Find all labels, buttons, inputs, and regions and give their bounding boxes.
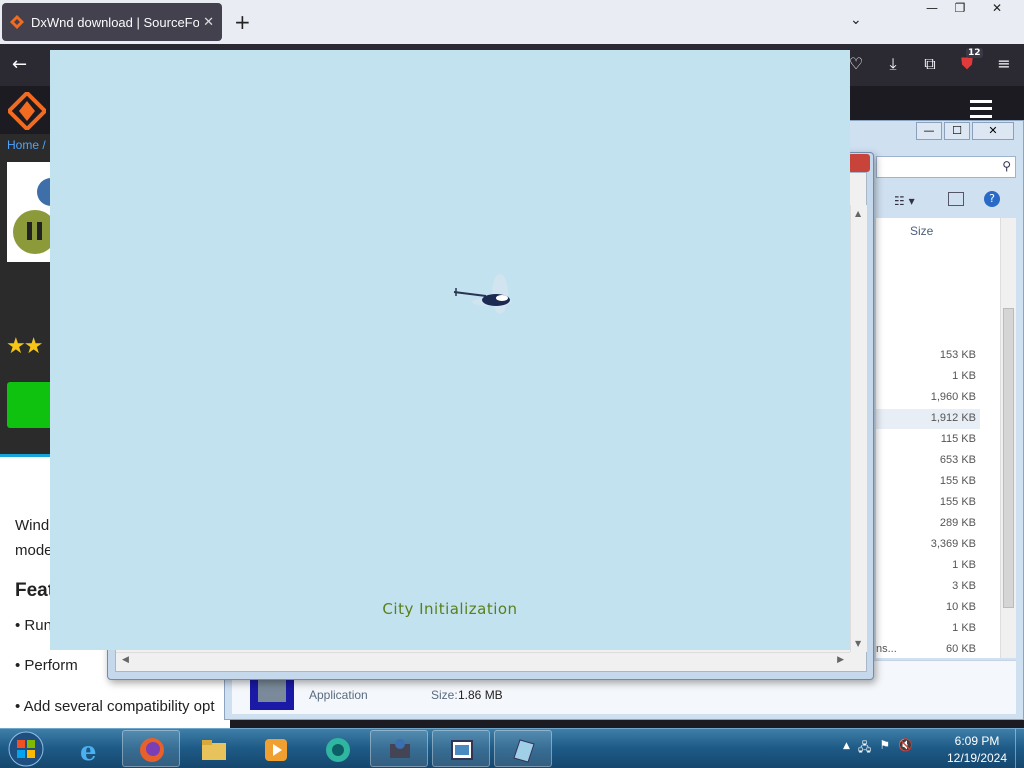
browser-tab-strip: DxWnd download | SourceForge ✕ + ⌄: [0, 0, 1024, 44]
file-size: 1 KB: [952, 370, 976, 382]
show-desktop-button[interactable]: [1015, 729, 1024, 768]
features-heading: Feat: [15, 580, 55, 601]
tab-title: DxWnd download | SourceForge: [31, 14, 200, 30]
file-size: 115 KB: [940, 433, 976, 445]
file-size: 3 KB: [952, 580, 976, 592]
close-button[interactable]: ✕: [974, 0, 1020, 18]
explorer-search-input[interactable]: ⚲: [876, 156, 1016, 178]
taskbar-internet-explorer[interactable]: e: [60, 730, 118, 767]
feature-item-1: • Run: [15, 617, 52, 634]
taskbar-app[interactable]: [308, 730, 366, 767]
system-tray: ▲ 🖧 ⚑ 🔇: [843, 738, 913, 759]
file-size: 60 KB: [946, 643, 976, 655]
rating-stars-icon: ★★: [6, 334, 43, 359]
download-icon[interactable]: ⤓: [883, 54, 903, 74]
restore-button[interactable]: ❐: [946, 0, 974, 18]
file-size: 3,369 KB: [930, 538, 976, 550]
firefox-icon: [140, 738, 164, 762]
network-icon[interactable]: 🖧: [858, 738, 871, 759]
scroll-left-arrow-icon[interactable]: ◀: [122, 655, 129, 665]
explorer-minimize-button[interactable]: —: [916, 122, 942, 140]
search-icon: ⚲: [1002, 159, 1011, 173]
file-size: 289 KB: [939, 517, 976, 529]
toolbar-icons: ♡ ⤓ ⧉ ⛊ 12 ≡: [846, 48, 1014, 74]
file-size: 10 KB: [946, 601, 976, 613]
taskbar-game[interactable]: [494, 730, 552, 767]
taskbar-window-2[interactable]: [432, 730, 490, 767]
description-line-1: Wind: [15, 517, 50, 534]
window-icon: [451, 740, 473, 760]
file-size: 155 KB: [939, 475, 976, 487]
explorer-vertical-scrollbar[interactable]: [1000, 218, 1016, 658]
preview-pane-icon[interactable]: [948, 192, 964, 206]
back-arrow-icon[interactable]: ←: [12, 54, 27, 75]
file-type: Application: [309, 688, 368, 702]
game-horizontal-scrollbar[interactable]: ◀ ▶: [116, 652, 850, 669]
tab-dxwnd-sourceforge[interactable]: DxWnd download | SourceForge ✕: [2, 3, 222, 41]
file-size-value: 1.86 MB: [458, 688, 503, 702]
file-size: 153 KB: [939, 349, 976, 361]
file-size: 1,912 KB: [930, 412, 976, 424]
extensions-icon[interactable]: ⧉: [920, 54, 940, 74]
clock-time: 6:09 PM: [954, 734, 1000, 748]
scrollbar-thumb[interactable]: [1003, 308, 1014, 608]
file-size: 653 KB: [939, 454, 976, 466]
file-name-truncated: ns...: [876, 643, 897, 655]
volume-muted-icon[interactable]: 🔇: [898, 738, 913, 759]
column-header-size[interactable]: Size: [910, 224, 933, 238]
tab-close-icon[interactable]: ✕: [203, 15, 214, 30]
scroll-down-arrow-icon[interactable]: ▼: [855, 639, 861, 648]
ublock-icon[interactable]: ⛊ 12: [957, 48, 983, 74]
project-logo: [7, 162, 65, 262]
scroll-up-arrow-icon[interactable]: ▲: [855, 209, 861, 218]
media-player-icon: [265, 739, 287, 761]
game-window-close-button[interactable]: [848, 154, 870, 172]
game-canvas[interactable]: [50, 50, 850, 650]
explorer-toolbar: ☷ ▾ ?: [876, 186, 1016, 216]
feature-item-2: • Perform: [15, 657, 78, 674]
file-size-label: Size:: [431, 688, 458, 702]
sourceforge-logo-icon[interactable]: [8, 92, 46, 130]
explorer-close-button[interactable]: ✕: [972, 122, 1014, 140]
taskbar-file-explorer[interactable]: [184, 730, 242, 767]
clock-date: 12/19/2024: [946, 751, 1008, 765]
feature-item-3: • Add several compatibility opt: [15, 698, 215, 715]
game-app-icon: [513, 739, 535, 763]
dxwnd-icon: [390, 739, 410, 758]
file-size: 1 KB: [952, 622, 976, 634]
scroll-right-arrow-icon[interactable]: ▶: [837, 655, 844, 665]
tray-overflow-icon[interactable]: ▲: [843, 741, 850, 759]
explorer-window-controls: — ☐ ✕: [916, 122, 1014, 142]
tab-list-chevron-icon[interactable]: ⌄: [850, 12, 862, 28]
help-icon[interactable]: ?: [984, 191, 1000, 207]
app-globe-icon: [326, 738, 350, 762]
site-menu-icon[interactable]: [970, 100, 992, 118]
taskbar-clock[interactable]: 6:09 PM 12/19/2024: [942, 733, 1012, 767]
file-size: 1,960 KB: [930, 391, 976, 403]
file-size: 155 KB: [939, 496, 976, 508]
browser-window-controls: — ❐ ✕: [918, 0, 1020, 18]
taskbar-dxwnd[interactable]: [370, 730, 428, 767]
extension-badge: 12: [966, 48, 983, 58]
folder-icon: [202, 740, 226, 760]
file-size: 1 KB: [952, 559, 976, 571]
menu-icon[interactable]: ≡: [994, 54, 1014, 74]
new-tab-button[interactable]: +: [234, 10, 251, 34]
view-options-icon[interactable]: ☷ ▾: [894, 194, 915, 208]
game-vertical-scrollbar[interactable]: ▲ ▼: [850, 205, 867, 652]
taskbar-media-player[interactable]: [246, 730, 304, 767]
taskbar-firefox[interactable]: [122, 730, 180, 767]
description-line-2: mode: [15, 542, 53, 559]
helicopter-icon: [453, 274, 512, 314]
explorer-maximize-button[interactable]: ☐: [944, 122, 970, 140]
sourceforge-favicon-icon: [10, 15, 24, 29]
project-logo-icon: [13, 178, 65, 254]
breadcrumb[interactable]: Home /: [7, 138, 46, 152]
internet-explorer-icon: e: [80, 737, 97, 764]
start-button-windows-icon[interactable]: [6, 730, 46, 768]
loading-status-text: City Initialization: [382, 600, 518, 618]
svg-text:e: e: [80, 737, 97, 764]
minimize-button[interactable]: —: [918, 0, 946, 18]
action-center-flag-icon[interactable]: ⚑: [879, 738, 890, 759]
